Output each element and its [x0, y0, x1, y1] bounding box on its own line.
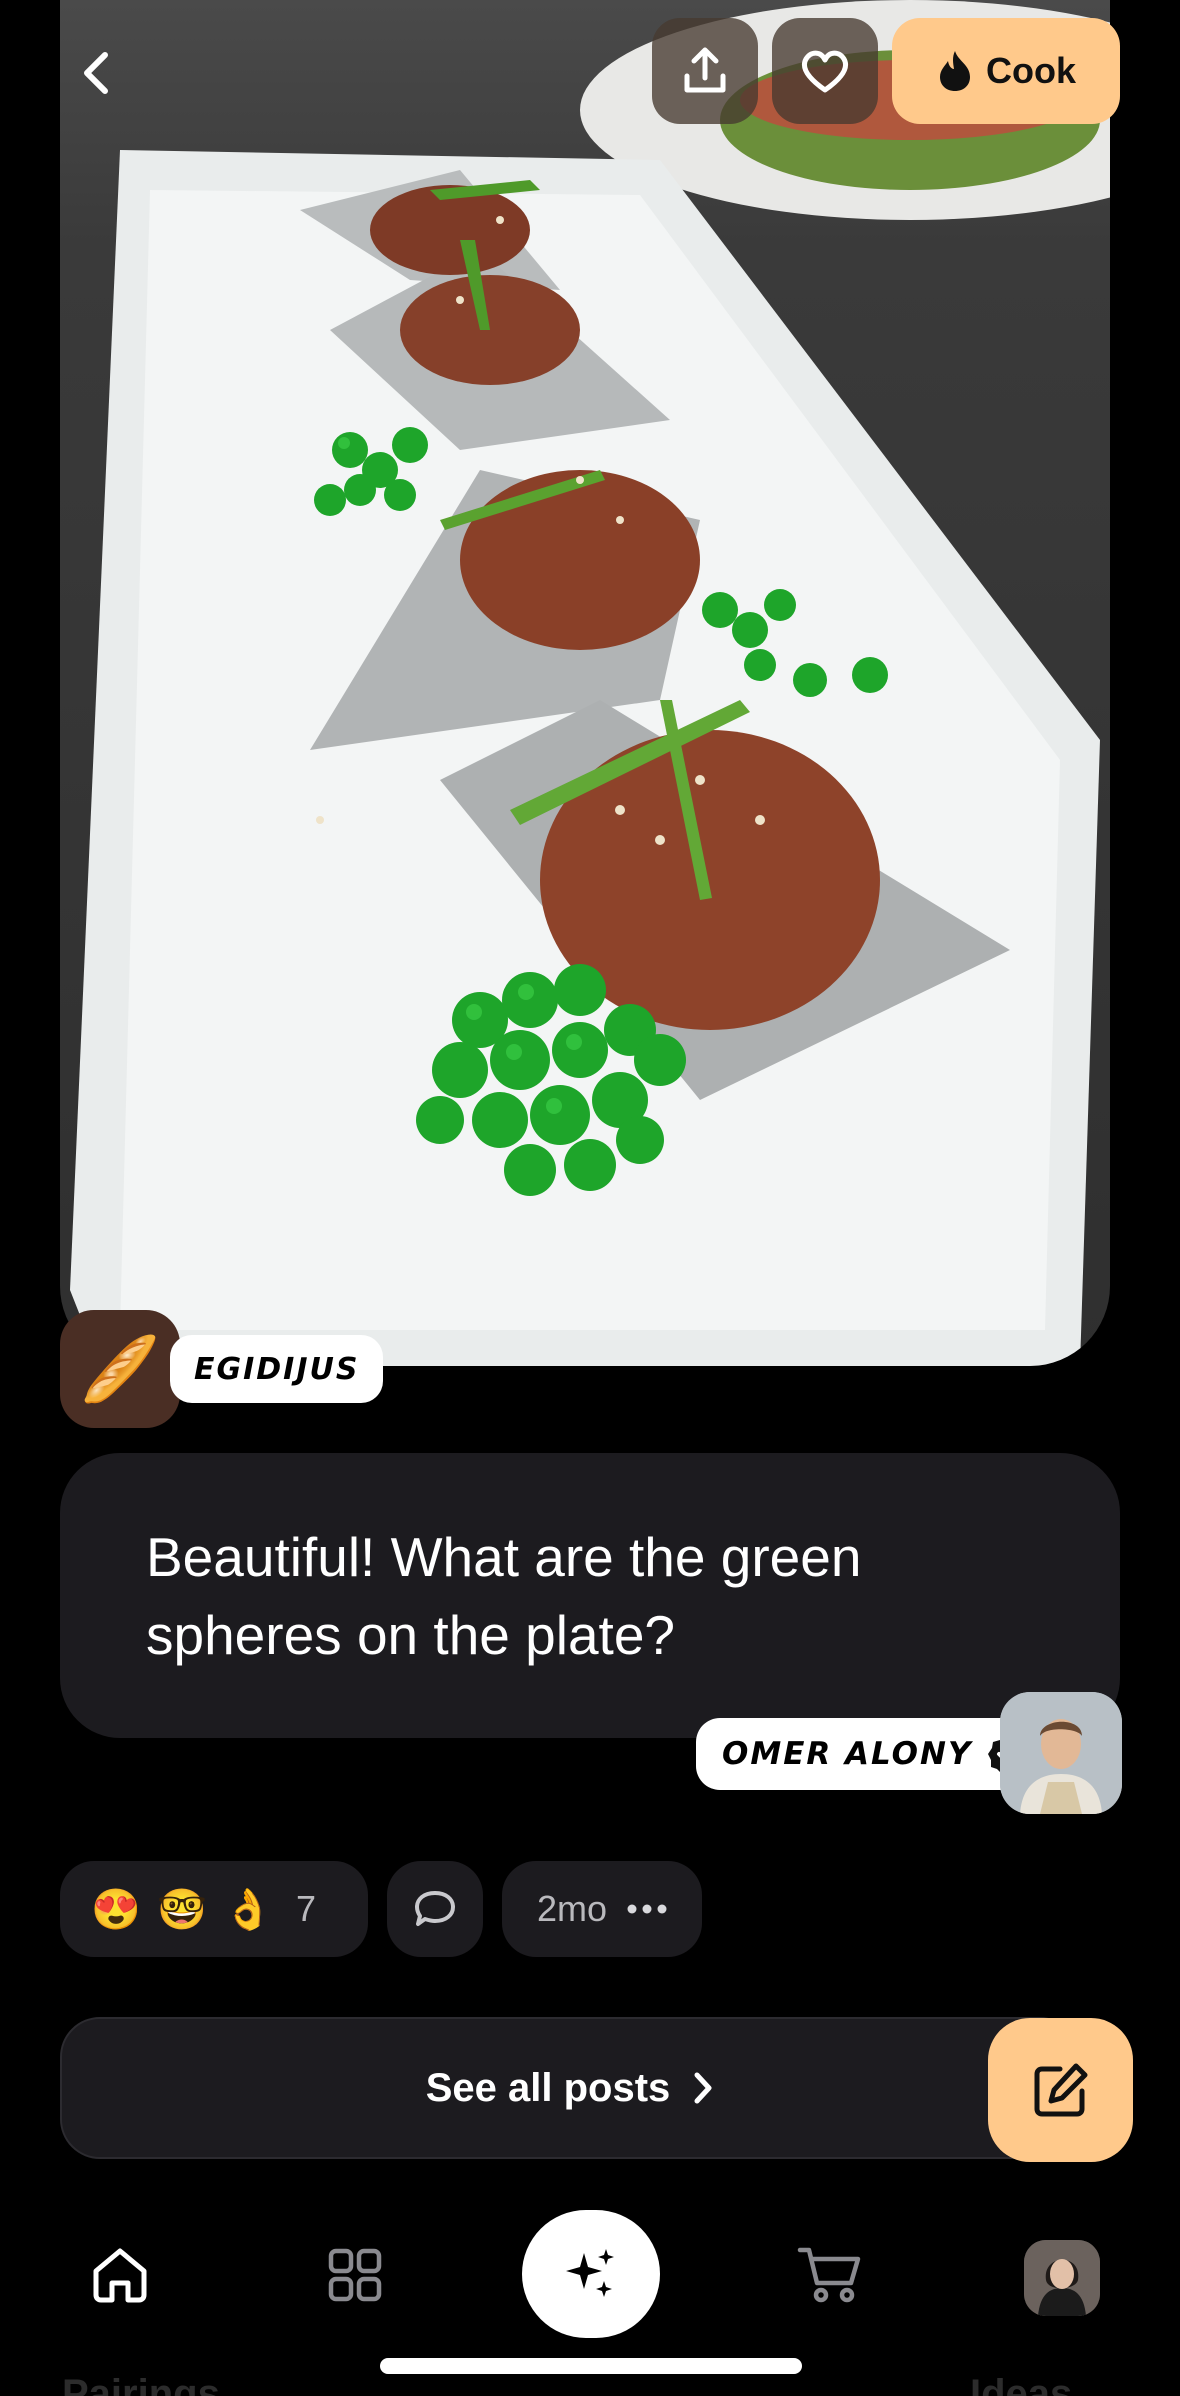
share-button[interactable]: [652, 18, 758, 124]
heart-icon: [801, 50, 849, 93]
peek-ideas-link: Ideas: [970, 2372, 1073, 2396]
flame-icon: [940, 51, 970, 91]
nav-collections[interactable]: [315, 2235, 395, 2315]
replier-name-tag[interactable]: OMER ALONY: [696, 1718, 1049, 1790]
nerd-face-emoji: 🤓: [157, 1887, 207, 1932]
comment-text: Beautiful! What are the green spheres on…: [146, 1526, 862, 1666]
author-avatar[interactable]: 🥖: [60, 1310, 180, 1428]
ok-hand-emoji: 👌: [223, 1887, 273, 1932]
edit-compose-icon: [1034, 2063, 1087, 2117]
replier-photo: [1000, 1692, 1122, 1814]
peek-section-title: Pairings: [62, 2372, 220, 2396]
cook-label: Cook: [986, 50, 1076, 91]
nav-profile-avatar[interactable]: [1024, 2240, 1100, 2316]
post-photo[interactable]: [60, 0, 1110, 1366]
nav-cart[interactable]: [790, 2235, 870, 2315]
food-plate-illustration: [70, 0, 1110, 1366]
reactions-pill[interactable]: 😍 🤓 👌 7: [60, 1861, 368, 1957]
see-all-posts-button[interactable]: See all posts: [60, 2017, 1080, 2159]
cook-button[interactable]: Cook: [892, 18, 1120, 124]
post-age: 2mo: [536, 1888, 608, 1929]
cart-icon: [797, 2247, 861, 2303]
comment-button[interactable]: [387, 1861, 483, 1957]
sparkles-icon: [566, 2249, 614, 2297]
replier-avatar[interactable]: [1000, 1692, 1122, 1814]
nav-create[interactable]: [522, 2210, 660, 2338]
compose-post-button[interactable]: [988, 2018, 1133, 2162]
chevron-right-icon: [694, 2072, 712, 2104]
grid-icon: [328, 2248, 382, 2302]
baguette-emoji: 🥖: [80, 1332, 160, 1405]
reaction-count: 7: [296, 1888, 317, 1929]
ellipsis-icon: [627, 1904, 667, 1914]
back-button[interactable]: [62, 38, 132, 108]
home-indicator: [380, 2358, 802, 2374]
nav-home[interactable]: [80, 2235, 160, 2315]
author-name: EGIDIJUS: [194, 1351, 360, 1387]
chat-bubble-icon: [415, 1891, 455, 1926]
replier-name: OMER ALONY: [722, 1736, 973, 1772]
author-name-tag[interactable]: EGIDIJUS: [170, 1335, 384, 1403]
comment-bubble: Beautiful! What are the green spheres on…: [60, 1453, 1120, 1738]
post-meta-pill[interactable]: 2mo: [502, 1861, 702, 1957]
share-upload-icon: [684, 47, 726, 93]
see-all-posts-label: See all posts: [425, 2065, 671, 2110]
profile-photo: [1024, 2240, 1100, 2316]
like-button[interactable]: [772, 18, 878, 124]
chevron-left-icon: [84, 52, 108, 94]
heart-eyes-emoji: 😍: [91, 1887, 141, 1932]
home-icon: [93, 2248, 147, 2303]
